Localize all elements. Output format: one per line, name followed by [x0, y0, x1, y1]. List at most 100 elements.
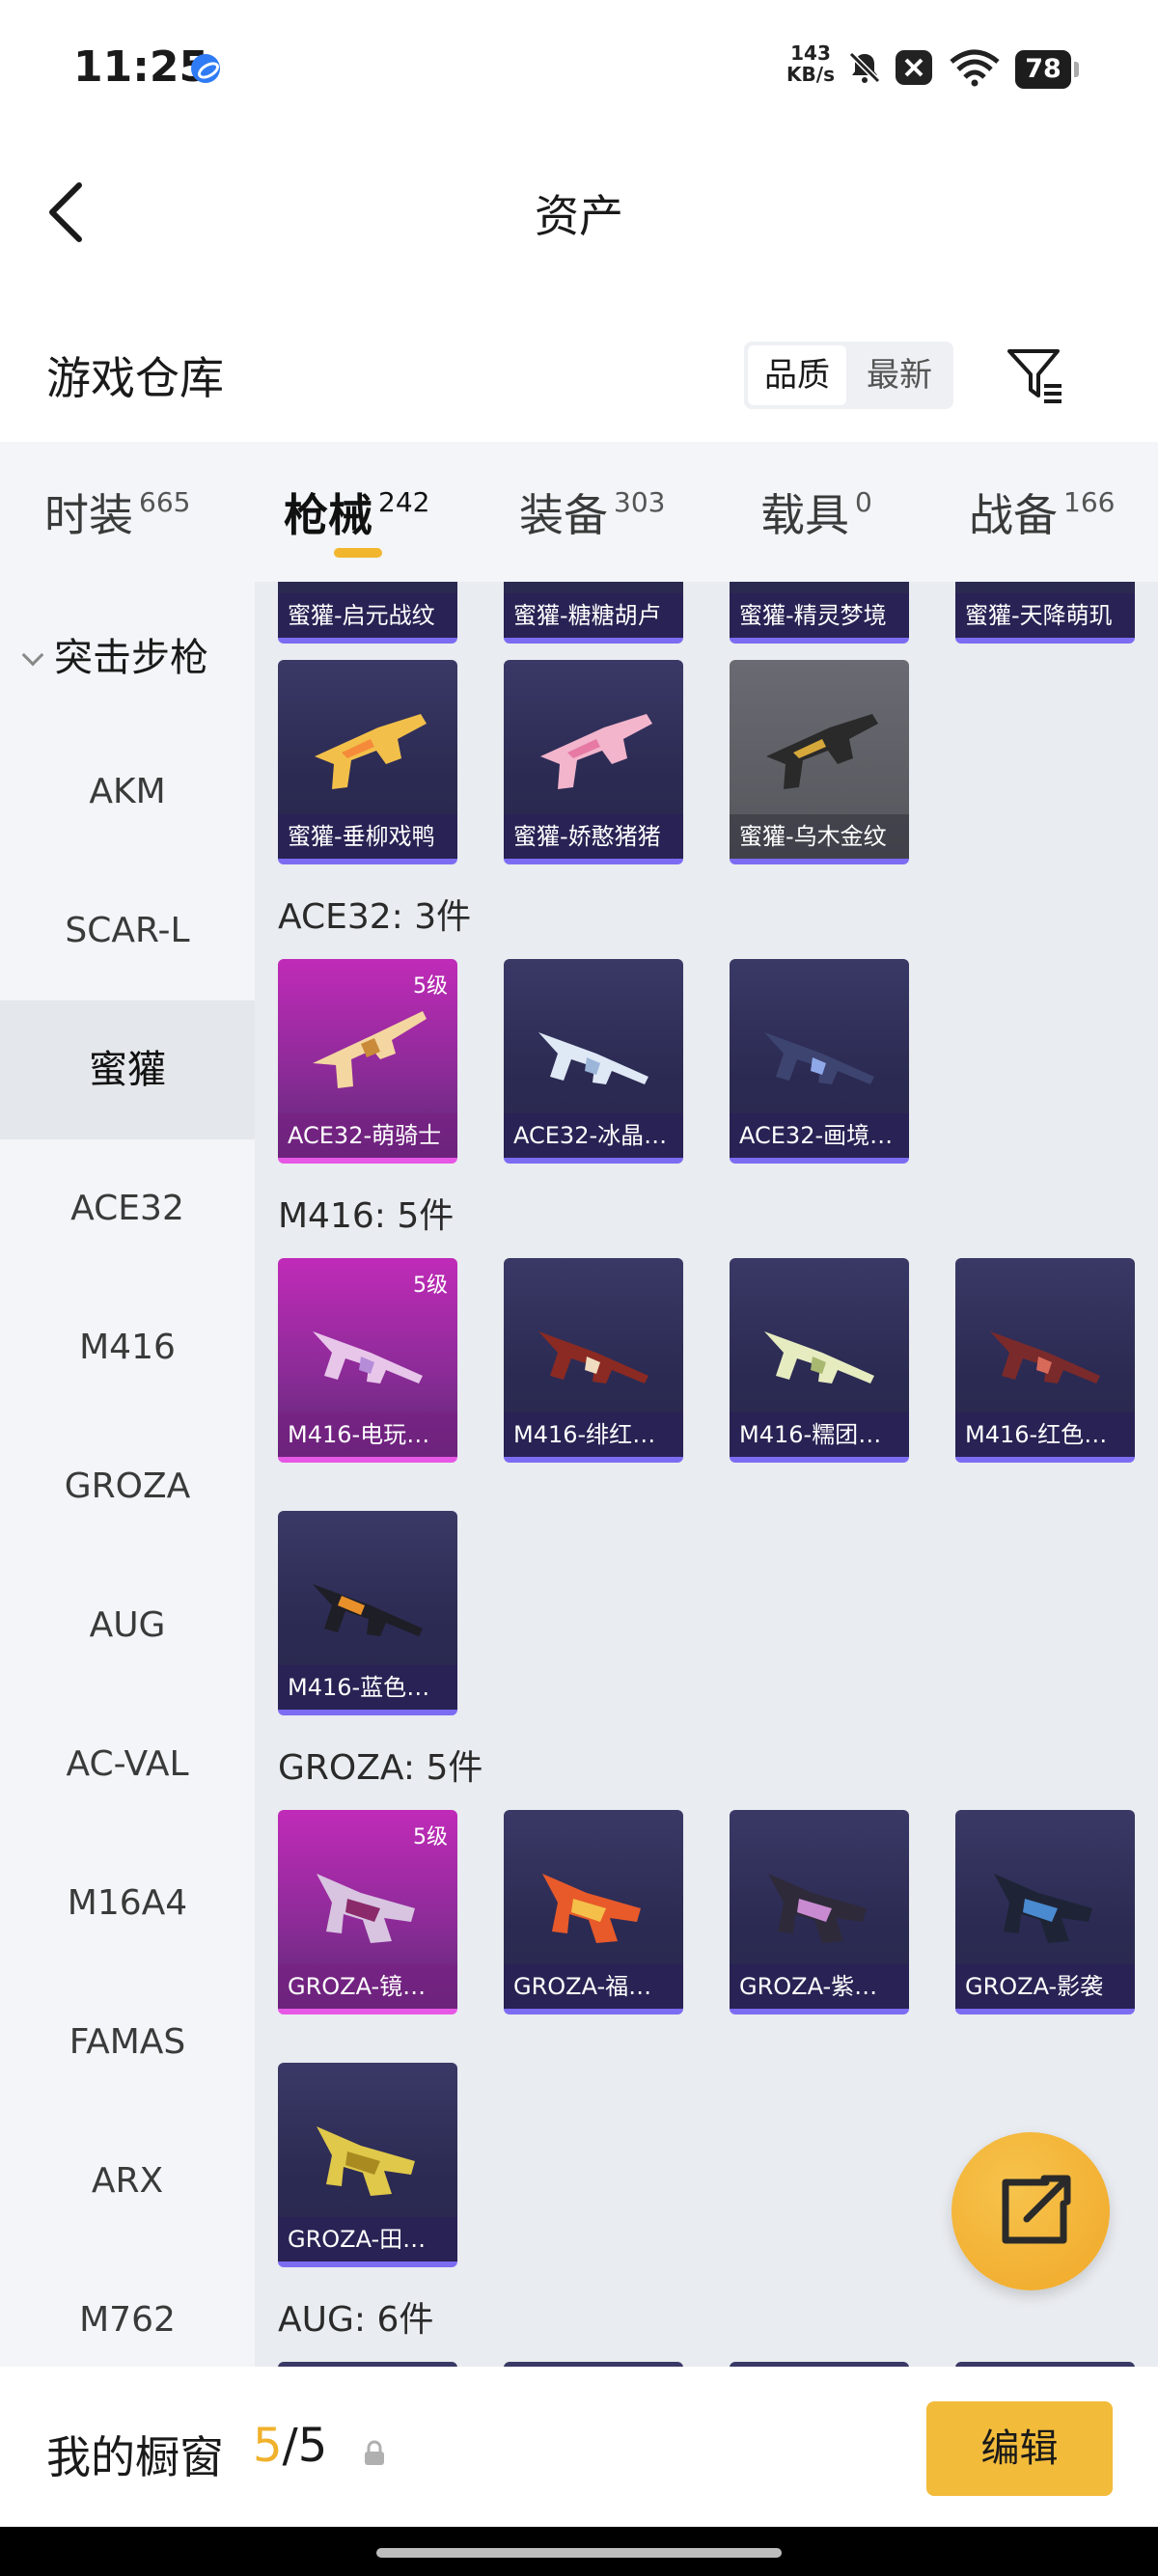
tab-count: 166	[1063, 486, 1116, 518]
skin-card[interactable]: 蜜獾-娇憨猪猪	[504, 660, 683, 864]
skin-name: 蜜獾-天降萌玑	[955, 593, 1135, 638]
gun-icon	[766, 714, 878, 789]
status-bar: 11:25 143 KB/s 78	[0, 0, 1158, 145]
skin-card[interactable]: ACE32-冰晶之心	[504, 959, 683, 1164]
edit-button[interactable]: 编辑	[926, 2401, 1113, 2496]
section-title-groza: GROZA: 5件	[278, 1748, 483, 1788]
active-tab-indicator	[334, 548, 382, 558]
skin-name: M416-电玩少女	[278, 1412, 457, 1457]
gun-icon	[764, 1032, 874, 1084]
sort-newest[interactable]: 最新	[850, 345, 949, 405]
gun-icon	[317, 1874, 415, 1943]
skin-name: M416-绯红烈焰	[504, 1412, 683, 1457]
mute-bell-icon	[848, 51, 881, 84]
skin-name: GROZA-紫夜魅影	[730, 1964, 909, 2009]
showcase-bar: 我的橱窗 5/5 编辑	[0, 2367, 1158, 2527]
skin-name: ACE32-画境山河	[730, 1113, 909, 1158]
chevron-down-icon	[21, 644, 44, 667]
sidebar-item-m16a4[interactable]: M16A4	[0, 1834, 255, 1973]
skin-card[interactable]: 5级 GROZA-镜中幻影	[278, 1810, 457, 2014]
gun-icon	[313, 1584, 423, 1636]
skin-card[interactable]: 蜜獾-启元战纹	[278, 582, 457, 644]
showcase-count: 5/5	[253, 2419, 327, 2473]
skin-name: 蜜獾-乌木金纹	[730, 814, 909, 859]
sidebar-item-honey-badger[interactable]: 蜜獾	[0, 1000, 255, 1139]
sidebar-item-groza[interactable]: GROZA	[0, 1417, 255, 1556]
home-indicator[interactable]	[376, 2548, 782, 2558]
tab-count: 665	[139, 486, 191, 518]
gun-icon	[538, 1331, 648, 1384]
gun-icon	[768, 1874, 867, 1943]
skin-card[interactable]: ACE32-画境山河	[730, 959, 909, 1164]
tab-label: 时装	[44, 489, 133, 541]
skin-card[interactable]: 蜜獾-乌木金纹	[730, 660, 909, 864]
sidebar-item-m416[interactable]: M416	[0, 1278, 255, 1417]
sidebar-item-aug[interactable]: AUG	[0, 1556, 255, 1695]
sidebar-item-m762[interactable]: M762	[0, 2251, 255, 2367]
tab-label: 载具	[760, 489, 849, 541]
skin-name: M416-糯团团子	[730, 1412, 909, 1457]
skin-name: 蜜獾-垂柳戏鸭	[278, 814, 457, 859]
gun-icon	[313, 1331, 423, 1384]
battery-icon: 78	[1015, 50, 1079, 89]
skin-card[interactable]: GROZA-福运满堂	[504, 1810, 683, 2014]
tab-count: 0	[855, 486, 872, 518]
system-nav-bar	[0, 2527, 1158, 2576]
section-title-ace32: ACE32: 3件	[278, 897, 472, 937]
skin-card[interactable]: 5级 M416-电玩少女	[278, 1258, 457, 1463]
sidebar-item-akm[interactable]: AKM	[0, 723, 255, 862]
section-title-m416: M416: 5件	[278, 1196, 455, 1236]
skin-name: GROZA-影袭	[955, 1964, 1135, 2009]
tab-vehicles[interactable]: 载具 0	[760, 480, 872, 544]
skin-card[interactable]: 蜜獾-糖糖胡卢	[504, 582, 683, 644]
sidebar-item-arx[interactable]: ARX	[0, 2112, 255, 2251]
skin-name: 蜜獾-精灵梦境	[730, 593, 909, 638]
skin-card[interactable]: 蜜獾-垂柳戏鸭	[278, 660, 457, 864]
tab-label: 装备	[519, 489, 608, 541]
category-tabs: 时装 665 枪械 242 装备 303 载具 0 战备 166	[0, 442, 1158, 582]
skin-name: ACE32-冰晶之心	[504, 1113, 683, 1158]
skin-card[interactable]: 5级 ACE32-萌骑士	[278, 959, 457, 1164]
share-button[interactable]	[951, 2132, 1110, 2290]
gun-icon	[538, 1032, 648, 1084]
sidebar-item-famas[interactable]: FAMAS	[0, 1973, 255, 2112]
skin-card[interactable]: M416-红色狂潮	[955, 1258, 1135, 1463]
gun-icon	[542, 1874, 641, 1943]
lock-icon	[365, 2440, 384, 2465]
sidebar-item-ac-val[interactable]: AC-VAL	[0, 1695, 255, 1834]
gun-icon	[317, 2126, 415, 2196]
showcase-current: 5	[253, 2419, 283, 2473]
tab-guns[interactable]: 枪械 242	[284, 480, 429, 544]
gun-icon	[313, 1011, 427, 1088]
showcase-max: 5	[297, 2419, 328, 2473]
tab-count: 242	[378, 486, 430, 518]
gun-icon	[990, 1331, 1100, 1384]
sidebar-category-label: 突击步枪	[54, 636, 208, 680]
sort-quality[interactable]: 品质	[748, 345, 846, 405]
tab-label: 枪械	[284, 489, 372, 541]
app-header: 资产	[0, 145, 1158, 280]
skin-name: 蜜獾-糖糖胡卢	[504, 593, 683, 638]
skin-name: GROZA-福运满堂	[504, 1964, 683, 2009]
section-title-aug: AUG: 6件	[278, 2300, 434, 2340]
skin-card[interactable]: GROZA-影袭	[955, 1810, 1135, 2014]
skin-name: GROZA-镜中幻影	[278, 1964, 457, 2009]
tab-fashion[interactable]: 时装 665	[44, 480, 190, 544]
skin-card[interactable]: M416-绯红烈焰	[504, 1258, 683, 1463]
sidebar-item-ace32[interactable]: ACE32	[0, 1139, 255, 1278]
sidebar-category-assault-rifle[interactable]: 突击步枪	[19, 626, 208, 682]
sidebar-item-scar-l[interactable]: SCAR-L	[0, 862, 255, 1000]
tab-equipment[interactable]: 装备 303	[519, 480, 665, 544]
skin-card[interactable]: 蜜獾-精灵梦境	[730, 582, 909, 644]
skin-card[interactable]: 蜜獾-天降萌玑	[955, 582, 1135, 644]
close-box-icon	[896, 50, 932, 85]
warehouse-title: 游戏仓库	[46, 352, 224, 404]
skin-name: M416-红色狂潮	[955, 1412, 1135, 1457]
skin-card[interactable]: M416-蓝色风暴	[278, 1511, 457, 1715]
skin-card[interactable]: M416-糯团团子	[730, 1258, 909, 1463]
filter-icon[interactable]	[1004, 343, 1067, 407]
skin-card[interactable]: GROZA-紫夜魅影	[730, 1810, 909, 2014]
skin-card[interactable]: GROZA-田园牧歌	[278, 2063, 457, 2267]
network-speed-value: 143	[790, 41, 831, 65]
tab-supplies[interactable]: 战备 166	[969, 480, 1115, 544]
